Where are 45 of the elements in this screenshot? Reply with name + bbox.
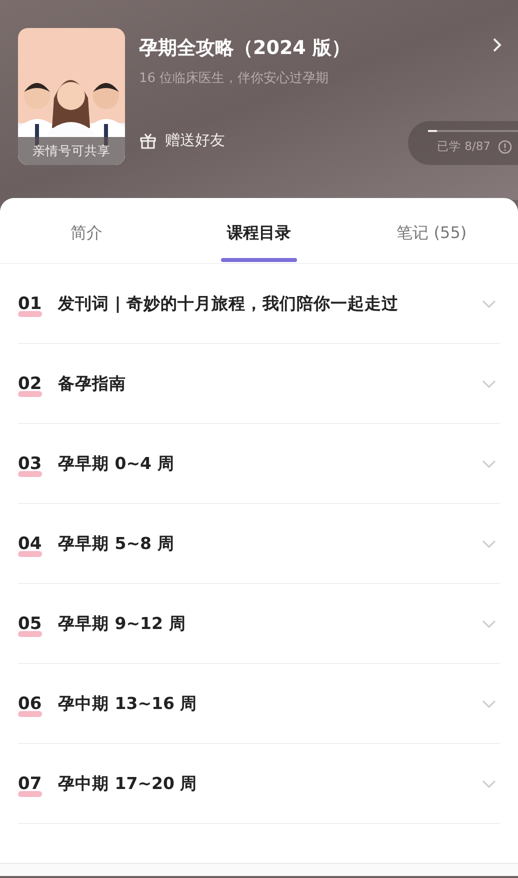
- chevron-down-icon[interactable]: [480, 778, 498, 790]
- lesson-title: 孕早期 0~4 周: [58, 452, 176, 474]
- course-subtitle: 16 位临床医生，伴你安心过孕期: [139, 70, 330, 87]
- lesson-row[interactable]: 07 孕中期 17~20 周: [18, 744, 500, 823]
- lesson-number: 06: [18, 694, 42, 714]
- number-highlight: [18, 710, 42, 716]
- number-highlight: [18, 550, 42, 556]
- gift-link[interactable]: 赠送好友: [165, 131, 225, 150]
- lesson-title: 发刊词 | 奇妙的十月旅程，我们陪你一起走过: [58, 292, 400, 314]
- lesson-row[interactable]: 02 备孕指南: [18, 344, 500, 423]
- lesson-number: 07: [18, 774, 42, 794]
- chevron-down-icon[interactable]: [480, 458, 498, 470]
- chevron-down-icon[interactable]: [480, 618, 498, 630]
- course-title: 孕期全攻略（2024 版）: [139, 36, 350, 61]
- number-highlight: [18, 390, 42, 396]
- lesson-row[interactable]: 05 孕早期 9~12 周: [18, 584, 500, 663]
- chevron-down-icon[interactable]: [480, 298, 498, 310]
- info-icon[interactable]: [498, 140, 512, 154]
- share-caption: 亲情号可共享: [18, 137, 125, 165]
- tab[interactable]: 简介: [70, 223, 102, 250]
- number-highlight: [18, 310, 42, 316]
- lesson-title: 孕中期 13~16 周: [58, 692, 198, 714]
- chevron-down-icon[interactable]: [480, 538, 498, 550]
- lesson-title: 孕中期 17~20 周: [58, 772, 198, 794]
- lesson-number: 02: [18, 374, 42, 394]
- number-highlight: [18, 630, 42, 636]
- gift-icon[interactable]: [139, 132, 157, 148]
- lesson-number: 04: [18, 534, 42, 554]
- lesson-row[interactable]: 01 发刊词 | 奇妙的十月旅程，我们陪你一起走过: [18, 264, 500, 343]
- lesson-title: 孕早期 5~8 周: [58, 532, 176, 554]
- progress-text: 已学 8/87: [437, 139, 490, 154]
- lesson-row[interactable]: 04 孕早期 5~8 周: [18, 504, 500, 583]
- lesson-title: 孕早期 9~12 周: [58, 612, 187, 634]
- tab[interactable]: 课程目录: [227, 223, 291, 250]
- lesson-row[interactable]: 03 孕早期 0~4 周: [18, 424, 500, 503]
- number-highlight: [18, 790, 42, 796]
- lesson-number: 01: [18, 294, 42, 314]
- tab[interactable]: 笔记 (55): [396, 223, 467, 250]
- chevron-down-icon[interactable]: [480, 698, 498, 710]
- lesson-row[interactable]: 06 孕中期 13~16 周: [18, 664, 500, 743]
- lesson-number: 05: [18, 614, 42, 634]
- number-highlight: [18, 470, 42, 476]
- lesson-number: 03: [18, 454, 42, 474]
- chevron-down-icon[interactable]: [480, 378, 498, 390]
- lesson-title: 备孕指南: [58, 372, 127, 394]
